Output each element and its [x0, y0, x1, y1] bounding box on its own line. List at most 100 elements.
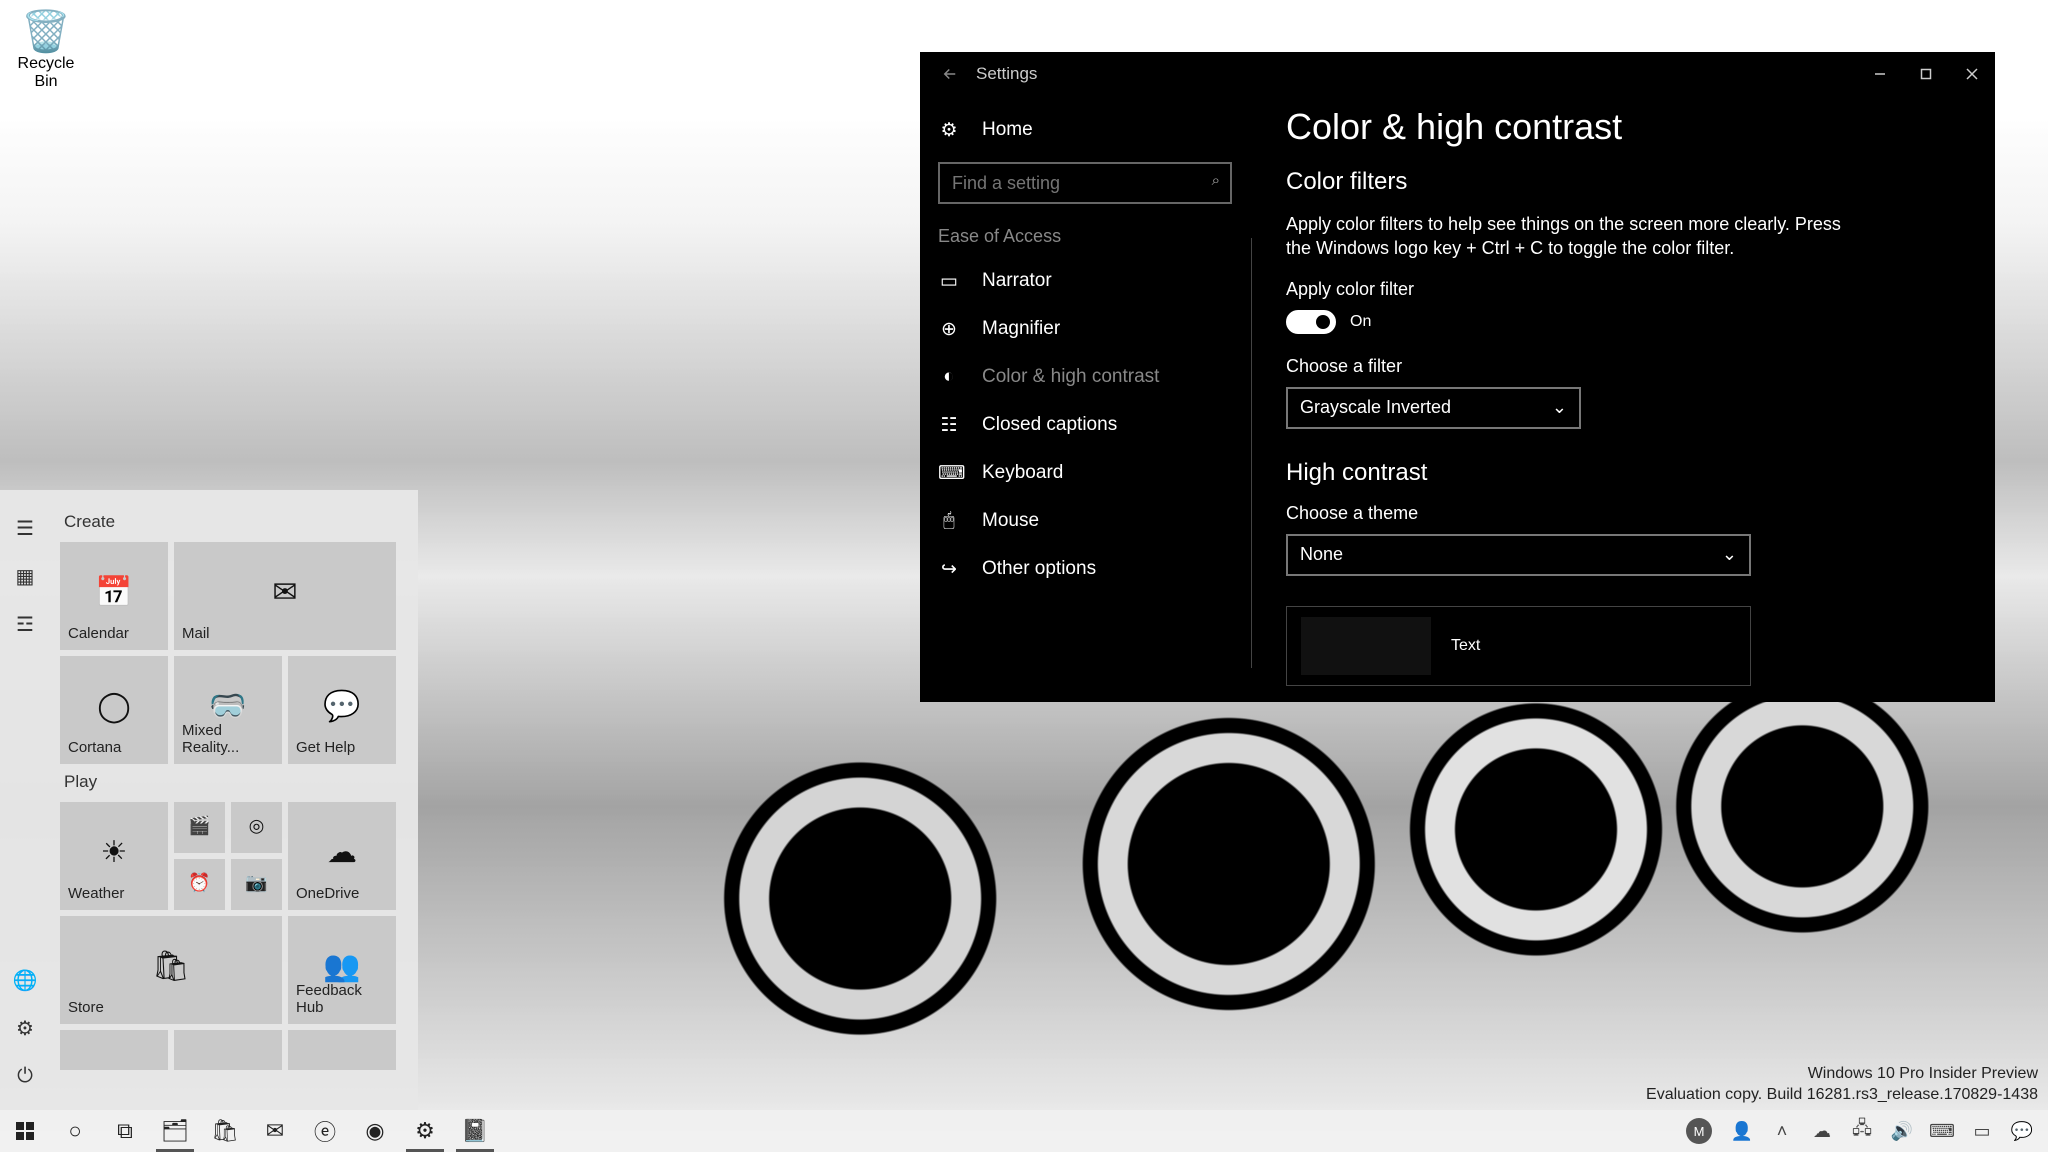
tile-partial-2[interactable] [174, 1030, 282, 1070]
task-view-button[interactable]: ⧉ [100, 1110, 150, 1152]
taskbar-app-settings[interactable]: ⚙ [400, 1110, 450, 1152]
tile-mixed-reality[interactable]: 🥽Mixed Reality... [174, 656, 282, 764]
sidebar-home[interactable]: ⚙ Home [920, 106, 1250, 154]
group-create-title: Create [64, 512, 408, 532]
tile-weather[interactable]: ☀Weather [60, 802, 168, 910]
tile-get-help[interactable]: 💬Get Help [288, 656, 396, 764]
settings-search-input[interactable] [938, 162, 1232, 204]
sidebar-item-label: Mouse [982, 510, 1039, 532]
sidebar-item-label: Other options [982, 558, 1096, 580]
sidebar-item-keyboard[interactable]: ⌨ Keyboard [920, 449, 1250, 497]
group-play-title: Play [64, 772, 408, 792]
sidebar-item-label: Keyboard [982, 462, 1063, 484]
tile-store[interactable]: 🛍Store [60, 916, 282, 1024]
sidebar-item-label: Closed captions [982, 414, 1117, 436]
recycle-bin[interactable]: 🗑️ Recycle Bin [8, 8, 84, 90]
contrast-icon: ◐ [938, 366, 960, 388]
tray-input-icon[interactable]: ▭ [1962, 1110, 2002, 1152]
cloud-icon: ☁ [327, 835, 357, 870]
tile-small-alarms[interactable]: ⏰ [174, 859, 225, 910]
sidebar-item-label: Color & high contrast [982, 366, 1159, 388]
tray-network-icon[interactable]: 🖧 [1842, 1110, 1882, 1152]
titlebar: Settings [920, 52, 1995, 96]
settings-main: Color & high contrast Color filters Appl… [1250, 96, 1995, 702]
section-color-filters: Color filters [1286, 168, 1995, 196]
start-tiles: Create 📅Calendar ✉Mail ◯Cortana 🥽Mixed R… [50, 490, 418, 1110]
start-power-icon[interactable]: ⏻ [0, 1052, 50, 1100]
sidebar-item-other-options[interactable]: ↪ Other options [920, 545, 1250, 593]
settings-window: Settings ⚙ Home ⌕ Ease of Access ▭ Narra… [920, 52, 1995, 702]
tile-small-camera[interactable]: 📷 [231, 859, 282, 910]
taskbar-app-notepad[interactable]: 📓 [450, 1110, 500, 1152]
search-icon: ⌕ [1212, 172, 1220, 189]
sidebar-category: Ease of Access [920, 204, 1250, 257]
start-button[interactable] [0, 1110, 50, 1152]
taskbar-app-photos[interactable]: ◉ [350, 1110, 400, 1152]
taskbar-app-mail[interactable]: ✉ [250, 1110, 300, 1152]
tray-people-icon[interactable]: 👤 [1722, 1110, 1762, 1152]
page-heading: Color & high contrast [1286, 106, 1995, 148]
theme-value: None [1300, 544, 1343, 565]
mouse-icon: 🖱 [938, 510, 960, 532]
settings-sidebar: ⚙ Home ⌕ Ease of Access ▭ Narrator ⊕ Mag… [920, 96, 1250, 702]
start-settings-icon[interactable]: ⚙ [0, 1004, 50, 1052]
sidebar-item-narrator[interactable]: ▭ Narrator [920, 257, 1250, 305]
start-menu: ☰ ▦ ☲ 🌐 ⚙ ⏻ Create 📅Calendar ✉Mail ◯Cort… [0, 490, 418, 1110]
chevron-down-icon: ⌄ [1722, 544, 1737, 565]
narrator-icon: ▭ [938, 270, 960, 293]
sidebar-item-color-high-contrast[interactable]: ◐ Color & high contrast [920, 353, 1250, 401]
apply-filter-label: Apply color filter [1286, 279, 1995, 300]
taskbar-app-store[interactable]: 🛍 [200, 1110, 250, 1152]
taskbar-app-explorer[interactable]: 🗂 [150, 1110, 200, 1152]
theme-dropdown[interactable]: None ⌄ [1286, 534, 1751, 576]
sidebar-item-mouse[interactable]: 🖱 Mouse [920, 497, 1250, 545]
start-expand-button[interactable]: ☰ [0, 504, 50, 552]
tile-partial-3[interactable] [288, 1030, 396, 1070]
theme-preview: Text [1286, 606, 1751, 686]
tray-keyboard-icon[interactable]: ⌨ [1922, 1110, 1962, 1152]
tray-volume-icon[interactable]: 🔊 [1882, 1110, 1922, 1152]
sidebar-item-closed-captions[interactable]: ☷ Closed captions [920, 401, 1250, 449]
divider [1251, 238, 1252, 668]
close-button[interactable] [1949, 52, 1995, 96]
feedback-icon: 👥 [323, 949, 360, 984]
toggle-state: On [1350, 313, 1371, 331]
minimize-button[interactable] [1857, 52, 1903, 96]
choose-theme-label: Choose a theme [1286, 503, 1995, 524]
cortana-button[interactable]: ○ [50, 1110, 100, 1152]
start-pinned-icon[interactable]: ▦ [0, 552, 50, 600]
help-icon: 💬 [323, 689, 360, 724]
keyboard-icon: ⌨ [938, 462, 960, 485]
sidebar-item-magnifier[interactable]: ⊕ Magnifier [920, 305, 1250, 353]
taskbar-app-edge[interactable]: ⓔ [300, 1110, 350, 1152]
tile-small-groove[interactable]: ◎ [231, 802, 282, 853]
tile-feedback[interactable]: 👥Feedback Hub [288, 916, 396, 1024]
tray-onedrive-icon[interactable]: ☁ [1802, 1110, 1842, 1152]
tile-calendar[interactable]: 📅Calendar [60, 542, 168, 650]
start-all-apps-icon[interactable]: ☲ [0, 600, 50, 648]
maximize-button[interactable] [1903, 52, 1949, 96]
tray-overflow-icon[interactable]: ˄ [1762, 1110, 1802, 1152]
choose-filter-label: Choose a filter [1286, 356, 1995, 377]
tray-action-center-icon[interactable]: 💬 [2002, 1110, 2042, 1152]
start-account-icon[interactable]: 🌐 [0, 956, 50, 1004]
tile-small-movies[interactable]: 🎬 [174, 802, 225, 853]
music-icon: ◎ [249, 815, 265, 836]
mail-icon: ✉ [272, 575, 297, 610]
apply-filter-toggle[interactable] [1286, 310, 1336, 334]
people-avatar[interactable]: M [1686, 1118, 1712, 1144]
tile-cortana[interactable]: ◯Cortana [60, 656, 168, 764]
recycle-bin-icon: 🗑️ [8, 8, 84, 55]
filter-dropdown[interactable]: Grayscale Inverted ⌄ [1286, 387, 1581, 429]
taskbar: ○ ⧉ 🗂 🛍 ✉ ⓔ ◉ ⚙ 📓 M 👤 ˄ ☁ 🖧 🔊 ⌨ ▭ 💬 [0, 1110, 2048, 1152]
filter-value: Grayscale Inverted [1300, 397, 1451, 418]
weather-icon: ☀ [101, 835, 128, 870]
tile-mail[interactable]: ✉Mail [174, 542, 396, 650]
tile-onedrive[interactable]: ☁OneDrive [288, 802, 396, 910]
magnifier-icon: ⊕ [938, 318, 960, 341]
section-high-contrast: High contrast [1286, 459, 1995, 487]
sidebar-item-label: Narrator [982, 270, 1052, 292]
tile-partial-1[interactable] [60, 1030, 168, 1070]
back-button[interactable] [930, 52, 970, 96]
gear-icon: ⚙ [938, 119, 960, 142]
